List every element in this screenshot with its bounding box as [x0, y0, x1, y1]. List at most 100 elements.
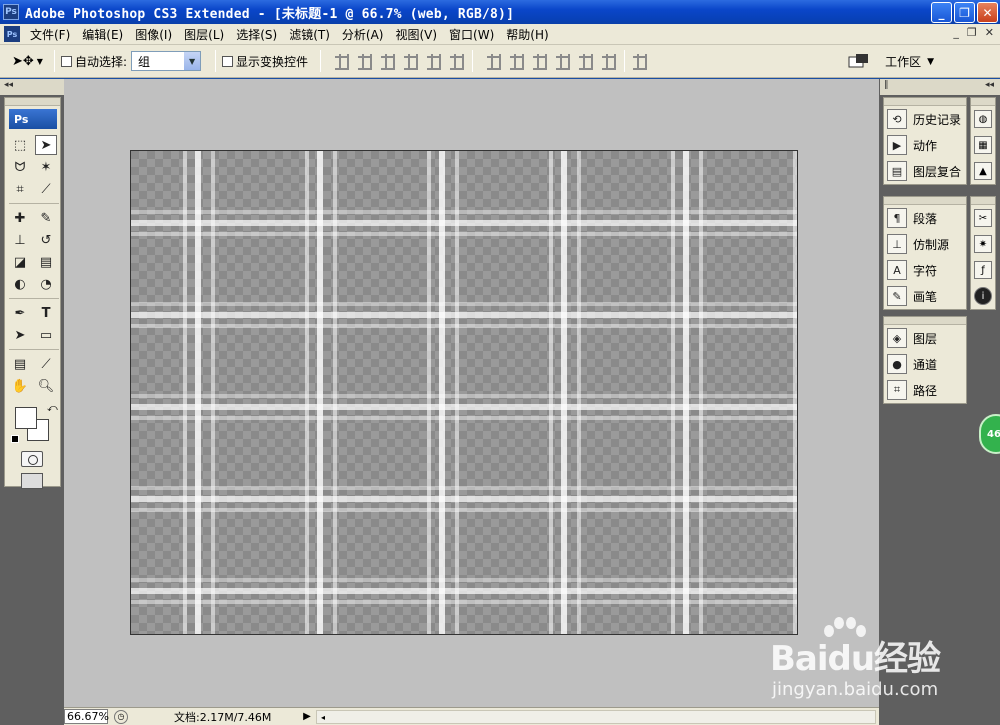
- distribute-bottom-icon[interactable]: [531, 53, 549, 70]
- panel-measurement[interactable]: ✷: [971, 231, 995, 257]
- doc-minimize-button[interactable]: _: [953, 26, 959, 39]
- distribute-hcenter-icon[interactable]: [577, 53, 595, 70]
- gradient-tool-icon[interactable]: ▤: [35, 252, 57, 272]
- default-colors-icon[interactable]: [11, 435, 19, 443]
- status-menu-arrow-icon[interactable]: ▶: [301, 710, 313, 723]
- panel-styles[interactable]: ƒ: [971, 257, 995, 283]
- move-tool-icon[interactable]: ➤: [35, 135, 57, 155]
- panel-character[interactable]: A 字符: [884, 257, 966, 283]
- close-button[interactable]: ✕: [977, 2, 998, 23]
- align-bottom-icon[interactable]: [379, 53, 397, 70]
- workspace-menu[interactable]: 工作区 ▼: [879, 51, 940, 72]
- align-vcenter-icon[interactable]: [356, 53, 374, 70]
- workspace-button[interactable]: 工作区 ▼: [879, 51, 940, 72]
- menu-window[interactable]: 窗口(W): [443, 26, 500, 43]
- crop-tool-icon[interactable]: ⌗: [9, 179, 31, 199]
- menu-view[interactable]: 视图(V): [389, 26, 443, 43]
- hand-tool-icon[interactable]: ✋: [9, 376, 31, 396]
- marquee-tool-icon[interactable]: ⬚: [9, 135, 31, 155]
- toolbox-logo[interactable]: Ps: [9, 109, 57, 129]
- auto-select-dropdown[interactable]: 组 ▼: [131, 51, 202, 71]
- panel-layers[interactable]: ◈ 图层: [884, 325, 966, 351]
- panel-group-grip[interactable]: [884, 98, 966, 106]
- menu-layer[interactable]: 图层(L): [178, 26, 230, 43]
- auto-align-icon[interactable]: [631, 53, 649, 70]
- path-selection-icon[interactable]: ➤: [9, 325, 31, 345]
- panel-group-grip[interactable]: [971, 98, 995, 106]
- history-brush-icon[interactable]: ↺: [35, 230, 57, 250]
- panel-tool-presets[interactable]: ✂: [971, 205, 995, 231]
- panel-navigator[interactable]: ◍: [971, 106, 995, 132]
- quick-mask-button[interactable]: [21, 451, 43, 467]
- magic-wand-icon[interactable]: ✶: [35, 157, 57, 177]
- navigator-icon: ◍: [974, 110, 992, 128]
- menu-file[interactable]: 文件(F): [24, 26, 76, 43]
- toolbox-collapse-bar[interactable]: ◂◂: [0, 79, 64, 95]
- auto-select-checkbox[interactable]: [61, 55, 72, 67]
- panel-info[interactable]: i: [971, 283, 995, 309]
- doc-close-button[interactable]: ✕: [985, 26, 994, 39]
- panel-layer-comps[interactable]: ▤ 图层复合: [884, 158, 966, 184]
- foreground-color-swatch[interactable]: [15, 407, 37, 429]
- brush-tool-icon[interactable]: ✎: [35, 208, 57, 228]
- menu-help[interactable]: 帮助(H): [500, 26, 554, 43]
- panel-histogram[interactable]: ▲: [971, 158, 995, 184]
- eraser-tool-icon[interactable]: ◪: [9, 252, 31, 272]
- align-left-icon[interactable]: [402, 53, 420, 70]
- swap-colors-icon[interactable]: ⤺: [47, 403, 58, 414]
- zoom-field[interactable]: 66.67%: [64, 709, 109, 724]
- panel-brushes[interactable]: ✎ 画笔: [884, 283, 966, 309]
- tool-preset-picker[interactable]: ➤✥ ▼: [12, 50, 48, 72]
- minimize-button[interactable]: _: [931, 2, 952, 23]
- notes-tool-icon[interactable]: ▤: [9, 354, 31, 374]
- pen-tool-icon[interactable]: ✒: [9, 303, 31, 323]
- panel-group-grip[interactable]: [884, 317, 966, 325]
- panel-channels[interactable]: ● 通道: [884, 351, 966, 377]
- panel-group-grip[interactable]: [884, 197, 966, 205]
- toolbox-grip[interactable]: [5, 98, 60, 106]
- panel-group-grip[interactable]: [971, 197, 995, 205]
- align-hcenter-icon[interactable]: [425, 53, 443, 70]
- show-transform-checkbox[interactable]: [222, 55, 234, 67]
- horizontal-scrollbar[interactable]: ◂: [316, 710, 876, 724]
- eyedropper-icon[interactable]: ⟋: [35, 354, 57, 374]
- panel-paragraph[interactable]: ¶ 段落: [884, 205, 966, 231]
- image-canvas[interactable]: [130, 150, 798, 635]
- panel-clone-source[interactable]: ⊥ 仿制源: [884, 231, 966, 257]
- panel-actions[interactable]: ▶ 动作: [884, 132, 966, 158]
- panel-swatches[interactable]: ▦: [971, 132, 995, 158]
- align-top-icon[interactable]: [333, 53, 351, 70]
- healing-brush-icon[interactable]: ✚: [9, 208, 31, 228]
- status-info-icon[interactable]: ◷: [114, 709, 128, 724]
- menu-analysis[interactable]: 分析(A): [336, 26, 390, 43]
- panel-paths[interactable]: ⌗ 路径: [884, 377, 966, 403]
- app-menu-icon[interactable]: Ps: [4, 26, 20, 42]
- menu-select[interactable]: 选择(S): [230, 26, 283, 43]
- type-tool-icon[interactable]: T: [35, 303, 57, 323]
- floating-badge[interactable]: 46: [979, 414, 1000, 454]
- menu-edit[interactable]: 编辑(E): [76, 26, 129, 43]
- dodge-tool-icon[interactable]: ◔: [35, 274, 57, 294]
- menu-image[interactable]: 图像(I): [129, 26, 178, 43]
- zoom-tool-icon[interactable]: 🔍︎: [35, 376, 57, 396]
- menu-filter[interactable]: 滤镜(T): [283, 26, 336, 43]
- collapse-panels-icon[interactable]: ◂◂: [985, 80, 994, 90]
- doc-restore-button[interactable]: ❐: [967, 26, 977, 39]
- distribute-vcenter-icon[interactable]: [508, 53, 526, 70]
- distribute-top-icon[interactable]: [485, 53, 503, 70]
- workspace-icon[interactable]: [848, 53, 870, 71]
- shape-tool-icon[interactable]: ▭: [35, 325, 57, 345]
- expand-panels-icon[interactable]: ‖: [884, 80, 889, 90]
- layers-icon: ◈: [887, 328, 907, 348]
- distribute-right-icon[interactable]: [600, 53, 618, 70]
- distribute-left-icon[interactable]: [554, 53, 572, 70]
- lasso-tool-icon[interactable]: ᗢ: [9, 157, 31, 177]
- panel-history[interactable]: ⟲ 历史记录: [884, 106, 966, 132]
- clone-stamp-icon[interactable]: ⊥: [9, 230, 31, 250]
- slice-tool-icon[interactable]: ⟋: [35, 179, 57, 199]
- blur-tool-icon[interactable]: ◐: [9, 274, 31, 294]
- align-right-icon[interactable]: [448, 53, 466, 70]
- scroll-left-icon[interactable]: ◂: [317, 711, 329, 723]
- screen-mode-button[interactable]: [21, 473, 43, 489]
- restore-button[interactable]: ❐: [954, 2, 975, 23]
